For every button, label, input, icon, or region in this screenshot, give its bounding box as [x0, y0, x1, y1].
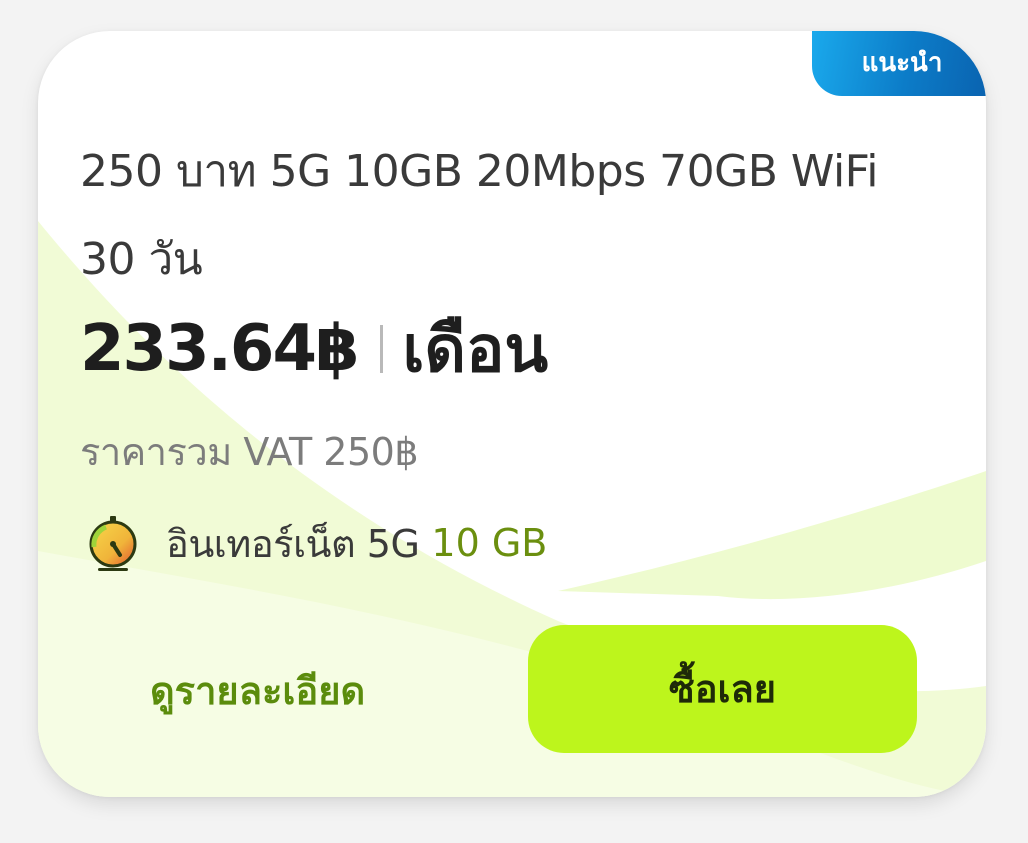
package-card: แนะนำ 250 บาท 5G 10GB 20Mbps 70GB WiFi 3…	[38, 31, 986, 797]
details-link[interactable]: ดูรายละเอียด	[150, 656, 400, 726]
price: 233.64฿	[80, 312, 359, 386]
feature-internet: อินเทอร์เน็ต 5G 10 GB	[84, 511, 547, 575]
plan-title: 250 บาท 5G 10GB 20Mbps 70GB WiFi 30 วัน	[80, 146, 879, 285]
feature-label: อินเทอร์เน็ต 5G	[166, 521, 420, 566]
speedometer-icon	[89, 516, 137, 571]
buy-button[interactable]: ซื้อเลย	[528, 625, 917, 753]
price-divider	[379, 325, 383, 373]
price-period: เดือน	[402, 313, 549, 387]
vat-note: ราคารวม VAT 250฿	[80, 430, 419, 474]
feature-value: 10 GB	[431, 521, 548, 565]
price-row: 233.64฿ เดือน	[80, 309, 548, 389]
recommended-badge: แนะนำ	[812, 31, 986, 96]
